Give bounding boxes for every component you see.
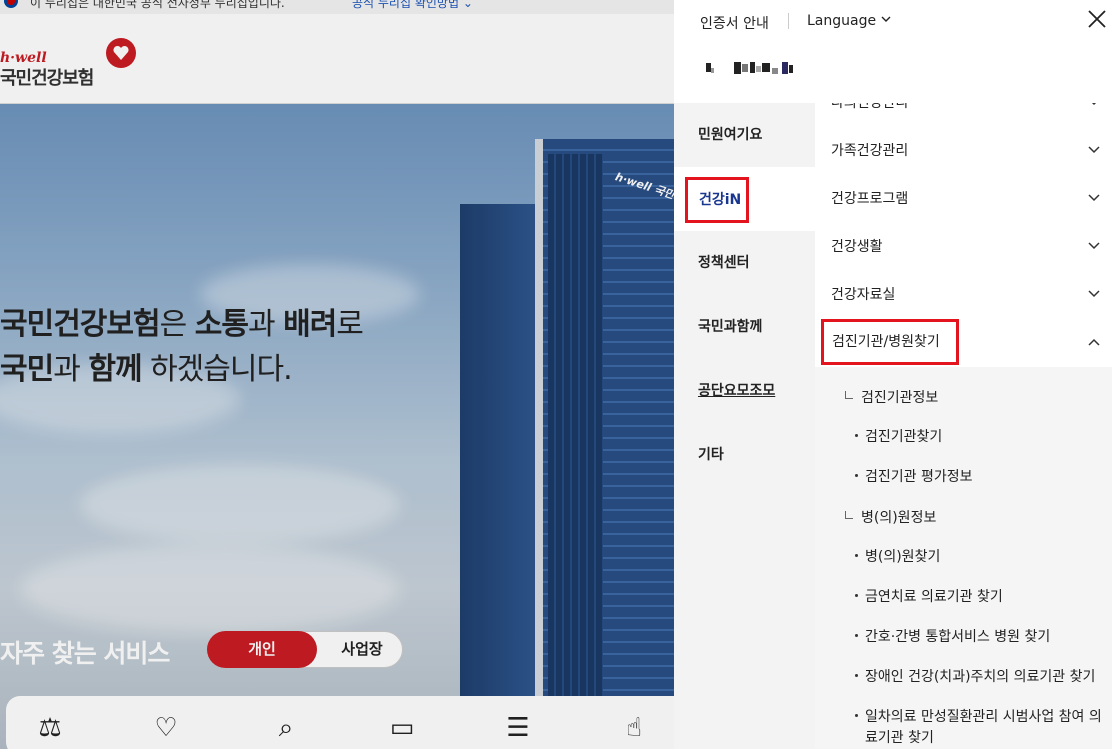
link-disability-care[interactable]: 장애인 건강(치과)주치의 의료기관 찾기 xyxy=(815,667,1112,688)
menu-health-in-highlight: 건강iN xyxy=(685,177,749,223)
link-checkup-evaluation[interactable]: 검진기관 평가정보 xyxy=(815,467,1112,488)
bullet-icon xyxy=(855,474,858,477)
link-chronic-disease-pilot[interactable]: 일차의료 만성질환관리 시범사업 참여 의료기관 찾기 xyxy=(815,707,1112,749)
submenu-find-hospital-highlight: 검진기관/병원찾기 xyxy=(821,319,959,365)
branch-icon xyxy=(845,391,853,399)
certificate-guide-link[interactable]: 인증서 안내 xyxy=(700,13,769,33)
chevron-down-icon xyxy=(881,16,891,22)
main-menu: 민원여기요 건강iN 정책센터 국민과함께 공단요모조모 기타 xyxy=(674,103,815,749)
menu-minwon[interactable]: 민원여기요 xyxy=(674,103,815,167)
chevron-down-icon xyxy=(1088,175,1100,202)
branch-icon xyxy=(845,511,853,519)
link-integrated-nursing[interactable]: 간호·간병 통합서비스 병원 찾기 xyxy=(815,627,1112,648)
drawer-header: 인증서 안내 Language xyxy=(674,0,1112,103)
menu-nhis-info[interactable]: 공단요모조모 xyxy=(674,359,815,423)
chevron-down-icon xyxy=(1088,127,1100,154)
chevron-down-icon xyxy=(1088,103,1100,106)
user-name-pixelated xyxy=(706,60,796,78)
chevron-up-icon xyxy=(1088,319,1100,346)
submenu-health-life[interactable]: 건강생활 xyxy=(815,223,1112,271)
bullet-icon xyxy=(855,714,858,717)
bullet-icon xyxy=(855,674,858,677)
link-find-hospital[interactable]: 병(의)원찾기 xyxy=(815,547,1112,568)
chevron-down-icon xyxy=(1088,271,1100,298)
link-find-checkup[interactable]: 검진기관찾기 xyxy=(815,427,1112,448)
menu-policy-center[interactable]: 정책센터 xyxy=(674,231,815,295)
submenu-my-health[interactable]: 나의건강관리 xyxy=(815,103,1112,127)
menu-with-people[interactable]: 국민과함께 xyxy=(674,295,815,359)
menu-etc[interactable]: 기타 xyxy=(674,423,815,487)
divider xyxy=(788,13,789,29)
close-icon[interactable] xyxy=(1084,6,1110,32)
sub-menu: 나의건강관리 가족건강관리 건강프로그램 건강생활 건강자료실 검진기관/병원찾… xyxy=(815,103,1112,749)
language-button[interactable]: Language xyxy=(807,13,891,29)
menu-health-in[interactable]: 건강iN xyxy=(674,167,815,231)
bullet-icon xyxy=(855,554,858,557)
chevron-down-icon xyxy=(1088,223,1100,250)
group-checkup-info[interactable]: 검진기관정보 xyxy=(815,387,1112,407)
submenu-family-health[interactable]: 가족건강관리 xyxy=(815,127,1112,175)
submenu-find-hospital[interactable]: 검진기관/병원찾기 xyxy=(815,319,1112,367)
link-smoking-cessation[interactable]: 금연치료 의료기관 찾기 xyxy=(815,587,1112,608)
bullet-icon xyxy=(855,434,858,437)
submenu-health-library[interactable]: 건강자료실 xyxy=(815,271,1112,319)
bullet-icon xyxy=(855,594,858,597)
group-hospital-info[interactable]: 병(의)원정보 xyxy=(815,507,1112,527)
submenu-health-program[interactable]: 건강프로그램 xyxy=(815,175,1112,223)
find-hospital-panel: 검진기관정보 검진기관찾기 검진기관 평가정보 병(의)원정보 병(의)원찾기 … xyxy=(815,367,1112,749)
side-menu-drawer: 인증서 안내 Language 민원여기요 건강iN 정책센터 국민과함께 공단… xyxy=(674,0,1112,749)
bullet-icon xyxy=(855,634,858,637)
